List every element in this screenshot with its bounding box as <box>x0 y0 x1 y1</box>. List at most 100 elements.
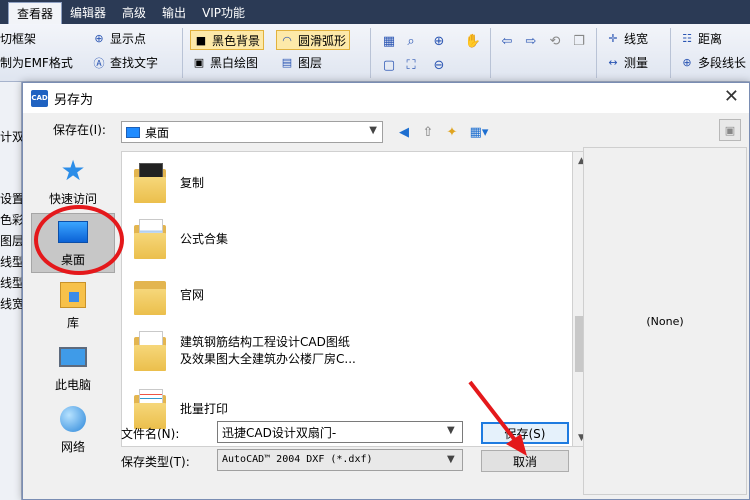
ribbon-black-background[interactable]: ■ 黑色背景 <box>190 30 265 50</box>
zoom-window-icon[interactable]: ▦ <box>380 32 398 50</box>
filename-label: 文件名(N): <box>121 427 180 441</box>
preview-text: (None) <box>646 314 684 328</box>
copy-view-icon[interactable]: ❐ <box>570 32 588 50</box>
file-name: 官网 <box>180 287 205 302</box>
ribbon: 切框架 制为EMF格式 ⊕ 显示点 Ⓐ 查找文字 ■ 黑色背景 ▣ 黑白绘图 ◠ 圆滑弧形… <box>0 24 750 82</box>
zoom-in-icon[interactable]: ⊕ <box>430 32 448 50</box>
highlight-ellipse <box>34 205 124 275</box>
cancel-button[interactable]: 取消 <box>481 450 569 472</box>
save-in-label: 保存在(I): <box>53 123 106 137</box>
save-as-dialog: CAD 另存为 ✕ 保存在(I): 桌面 ▼ ◀ ⇧ ✦ ▦▾ ▣ ★ 快速访问… <box>22 82 750 500</box>
computer-icon <box>59 347 87 367</box>
menu-tab-output[interactable]: 输出 <box>154 2 194 24</box>
place-this-pc[interactable]: 此电脑 <box>31 337 115 397</box>
preview-toggle-icon[interactable]: ▣ <box>719 119 741 141</box>
ribbon-black-white[interactable]: ▣ 黑白绘图 <box>192 54 258 71</box>
folder-icon <box>134 389 166 429</box>
black-square-icon: ■ <box>195 33 207 47</box>
fit-icon[interactable]: ▢ <box>380 56 398 74</box>
view-menu-icon[interactable]: ▦▾ <box>465 123 493 141</box>
ribbon-show-points[interactable]: ⊕ 显示点 <box>92 30 146 47</box>
folder-icon <box>134 219 166 259</box>
ribbon-measure[interactable]: ↔ 测量 <box>606 54 648 71</box>
ribbon-find-text[interactable]: Ⓐ 查找文字 <box>92 54 159 71</box>
back-icon[interactable]: ◀ <box>395 123 413 141</box>
place-network[interactable]: 网络 <box>31 399 115 459</box>
list-item[interactable]: 公式合集 <box>134 214 554 264</box>
plus-circle-icon: ⊕ <box>94 32 104 45</box>
places-bar: ★ 快速访问 桌面 库 此电脑 网络 <box>29 151 117 454</box>
cad-logo-icon: CAD <box>31 89 48 107</box>
menu-tab-vip[interactable]: VIP功能 <box>194 2 253 24</box>
rotate-icon[interactable]: ⟲ <box>546 32 564 50</box>
filename-input[interactable] <box>217 421 463 443</box>
filetype-dropdown[interactable]: AutoCAD™ 2004 DXF (*.dxf) <box>217 449 463 471</box>
file-name: 建筑钢筋结构工程设计CAD图纸 <box>180 335 350 349</box>
left-panel: 计双 设置 色彩 图层 线型 线型 线宽 <box>0 82 22 500</box>
arrow-left-icon[interactable]: ⇦ <box>498 32 516 50</box>
arc-icon: ◠ <box>282 33 292 47</box>
menu-bar: 查看器 编辑器 高级 输出 VIP功能 <box>0 0 750 24</box>
ribbon-smooth-arc[interactable]: ◠ 圆滑弧形 <box>276 30 351 50</box>
left-panel-item: 图层 <box>0 234 22 248</box>
file-name: 批量打印 <box>180 401 229 416</box>
bw-icon: ▣ <box>193 56 205 69</box>
desktop-small-icon <box>126 126 140 138</box>
left-panel-item: 设置 <box>0 192 22 206</box>
place-label: 库 <box>66 316 79 330</box>
extent-icon[interactable]: ⛶ <box>402 56 420 74</box>
dialog-titlebar[interactable]: CAD 另存为 ✕ <box>23 83 749 113</box>
zoom-select-icon[interactable]: ⌕ <box>402 32 420 50</box>
distance-icon: ☷ <box>682 32 692 45</box>
left-panel-item: 线型 <box>0 276 22 290</box>
folder-icon <box>134 163 166 203</box>
file-name-continued: 及效果图大全建筑办公楼厂房C... <box>180 352 356 366</box>
ribbon-crop-frame[interactable]: 切框架 <box>0 30 36 47</box>
save-in-value: 桌面 <box>145 125 170 140</box>
place-quick-access[interactable]: ★ 快速访问 <box>31 151 115 211</box>
menu-tab-editor[interactable]: 编辑器 <box>62 2 114 24</box>
linewidth-icon: ✛ <box>608 32 618 45</box>
up-folder-icon[interactable]: ⇧ <box>419 123 437 141</box>
chevron-down-icon[interactable]: ▼ <box>447 425 455 436</box>
left-panel-item: 线宽 <box>0 297 22 311</box>
pan-hand-icon[interactable]: ✋ <box>464 32 482 50</box>
menu-tab-viewer[interactable]: 查看器 <box>8 2 63 24</box>
place-label: 此电脑 <box>54 378 91 392</box>
file-list: 复制 公式合集 官网 建筑钢筋结构工程设计CAD图纸 及效果图大全建筑办公楼厂房… <box>121 151 573 447</box>
folder-icon <box>134 331 166 371</box>
left-panel-item: 线型 <box>0 255 22 269</box>
dialog-title: 另存为 <box>54 92 94 108</box>
list-item[interactable]: 官网 <box>134 270 554 320</box>
arrow-right-icon[interactable]: ⇨ <box>522 32 540 50</box>
new-folder-icon[interactable]: ✦ <box>443 123 461 141</box>
chevron-down-icon: ▼ <box>369 125 377 136</box>
folder-icon <box>134 275 166 315</box>
close-icon[interactable]: ✕ <box>724 88 739 106</box>
list-item[interactable]: 复制 <box>134 158 554 208</box>
place-library[interactable]: 库 <box>31 275 115 335</box>
save-in-dropdown[interactable]: 桌面 ▼ <box>121 121 383 143</box>
star-icon: ★ <box>60 154 86 187</box>
chevron-down-icon[interactable]: ▼ <box>447 454 455 465</box>
text-search-icon: Ⓐ <box>93 56 105 70</box>
zoom-out-icon[interactable]: ⊖ <box>430 56 448 74</box>
file-name: 公式合集 <box>180 231 229 246</box>
ribbon-layers[interactable]: ▤ 图层 <box>280 54 322 71</box>
measure-icon: ↔ <box>608 56 618 69</box>
ribbon-polyline-length[interactable]: ⊕ 多段线长 <box>680 54 746 71</box>
dialog-body: 保存在(I): 桌面 ▼ ◀ ⇧ ✦ ▦▾ ▣ ★ 快速访问 桌面 库 此电脑 … <box>23 113 749 499</box>
list-item[interactable]: 建筑钢筋结构工程设计CAD图纸 及效果图大全建筑办公楼厂房C... <box>134 326 554 376</box>
file-name: 复制 <box>180 175 205 190</box>
ribbon-distance[interactable]: ☷ 距离 <box>680 30 722 47</box>
library-icon <box>60 282 86 308</box>
left-panel-item: 计双 <box>0 130 22 144</box>
left-panel-item: 色彩 <box>0 213 22 227</box>
polyline-icon: ⊕ <box>682 56 692 69</box>
preview-pane: (None) <box>583 147 747 495</box>
save-button[interactable]: 保存(S) <box>481 422 569 444</box>
layers-icon: ▤ <box>281 56 293 69</box>
ribbon-linewidth[interactable]: ✛ 线宽 <box>606 30 648 47</box>
ribbon-copy-emf[interactable]: 制为EMF格式 <box>0 54 73 71</box>
menu-tab-advanced[interactable]: 高级 <box>114 2 154 24</box>
